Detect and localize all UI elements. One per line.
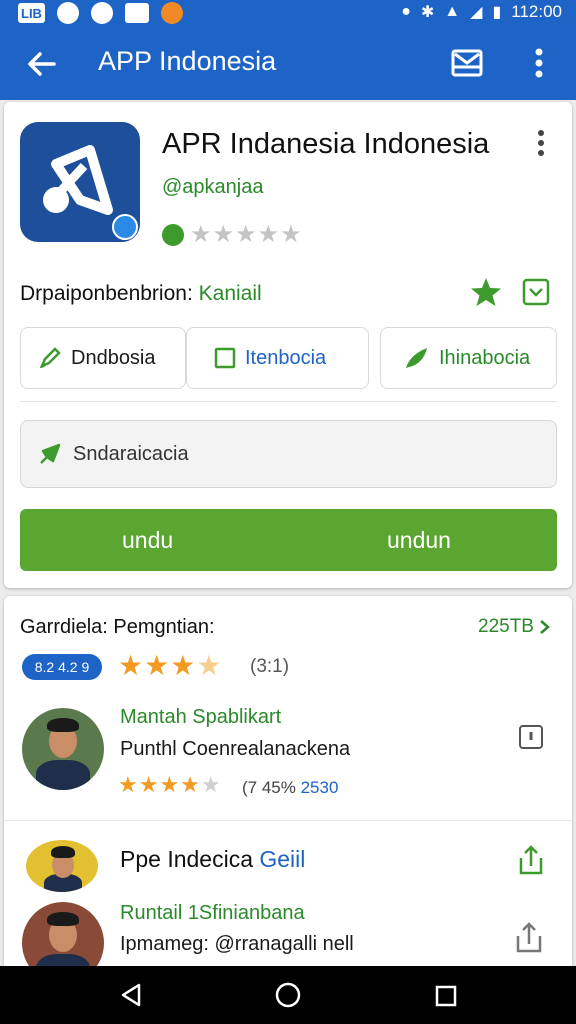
circle-home-icon	[275, 982, 301, 1008]
avatar	[22, 708, 104, 790]
overflow-menu-button[interactable]	[526, 44, 552, 82]
divider	[20, 401, 557, 402]
share-icon	[519, 845, 543, 875]
reviewer-name[interactable]: Runtail 1Sfinianbana	[120, 902, 305, 925]
review-options-button[interactable]	[518, 724, 544, 750]
share-icon	[516, 922, 542, 953]
arrow-left-icon	[28, 52, 56, 76]
signal-icon: ◢	[470, 4, 483, 21]
lock-icon: ●	[401, 3, 411, 20]
rating-pill: 8.2 4.2 9	[22, 654, 102, 680]
action-chip-2[interactable]: Itenbocia	[186, 327, 369, 389]
checkbox-icon	[522, 278, 550, 306]
developer-line: Drpaiponbenbrion: Kaniail	[20, 282, 262, 306]
download-button[interactable]: undu undun	[20, 509, 557, 571]
app-details-card: APR Indanesia Indonesia @apkanjaa ★★★★★ …	[4, 102, 572, 588]
review-meta-prefix: (7 45%	[242, 778, 301, 797]
wishlist-button[interactable]	[522, 278, 550, 306]
reviews-count: 225TB	[478, 616, 534, 637]
reviews-card: Garrdiela: Pemgntian: 225TB 8.2 4.2 9 ★★…	[4, 596, 572, 984]
app-rating-row: ★★★★★	[162, 220, 303, 249]
square-icon	[214, 347, 236, 369]
battery-icon: ▮	[492, 4, 502, 21]
text-field-value: Sndaraicacia	[73, 442, 189, 465]
review-share-button[interactable]	[512, 920, 546, 954]
share-pin-icon	[40, 443, 61, 464]
app-bar: APP Indonesia	[0, 26, 576, 100]
share-button[interactable]	[516, 844, 546, 876]
orange-app-icon	[160, 2, 183, 24]
review-text: Punthl Coenrealanackena	[120, 738, 351, 760]
developer-label: Drpaiponbenbrion:	[20, 282, 193, 305]
text-field[interactable]: Sndaraicacia	[20, 420, 557, 488]
nav-home-button[interactable]	[274, 981, 302, 1009]
clock: 112:00	[511, 2, 562, 21]
notification-icon: LIB	[18, 3, 45, 23]
divider	[4, 820, 572, 821]
chevron-right-icon	[540, 620, 550, 634]
review-meta-value: 2530	[300, 778, 339, 797]
action-chip-1-label: Dndbosia	[71, 346, 156, 369]
developer-name[interactable]: Kaniail	[199, 282, 262, 305]
action-chip-3[interactable]: Ihinabocia	[380, 327, 557, 389]
pencil-icon	[39, 347, 61, 369]
review-text: Ipmameg: @rranagalli nell	[120, 933, 354, 955]
app-notification-icon	[56, 2, 79, 24]
download-button-label-right: undun	[387, 527, 451, 553]
star-icon	[471, 278, 501, 306]
reviewer-name[interactable]: Mantah Spablikart	[120, 706, 281, 729]
action-chip-1[interactable]: Dndbosia	[20, 327, 186, 389]
review-stars-icon: ★★★★★	[118, 772, 222, 797]
wifi-icon: ▲	[444, 3, 461, 20]
action-chip-3-label: Ihinabocia	[439, 346, 531, 369]
more-vertical-icon	[535, 48, 543, 78]
nav-recents-button[interactable]	[434, 984, 458, 1008]
more-vertical-icon	[538, 130, 544, 156]
avatar	[26, 840, 98, 892]
system-nav-bar	[0, 966, 576, 1024]
more-box-icon	[519, 725, 543, 749]
messenger-icon	[90, 2, 113, 24]
inbox-icon	[451, 49, 483, 77]
leaf-pencil-icon	[406, 348, 427, 368]
status-bar: LIB ● ✱ ▲ ◢ ▮ 112:00	[0, 0, 576, 26]
average-stars-icon: ★★★★	[118, 650, 223, 681]
app-icon	[20, 122, 140, 242]
app-menu-button[interactable]	[530, 128, 552, 158]
favorite-button[interactable]	[470, 276, 502, 308]
star-rating-icon: ★★★★★	[190, 221, 303, 248]
inbox-button[interactable]	[450, 46, 484, 80]
verified-icon	[112, 214, 138, 240]
review-title: Ppe Indecica Geiil	[120, 846, 305, 873]
app-handle: @apkanjaa	[162, 176, 264, 198]
reviews-count-link[interactable]: 225TB	[478, 616, 552, 638]
square-recents-icon	[435, 985, 457, 1007]
average-rating: (3:1)	[250, 656, 290, 677]
reviews-heading: Garrdiela: Pemgntian:	[20, 616, 215, 638]
triangle-back-icon	[121, 983, 141, 1007]
page-title: APP Indonesia	[98, 46, 277, 76]
check-badge-icon	[162, 223, 184, 246]
review-title-text: Ppe Indecica	[120, 846, 253, 872]
back-button[interactable]	[22, 44, 62, 84]
action-chip-2-label: Itenbocia	[245, 346, 327, 369]
bluetooth-icon: ✱	[420, 4, 435, 21]
gallery-icon	[124, 3, 149, 23]
review-title-suffix: Geiil	[259, 846, 306, 872]
app-name: APR Indanesia Indonesia	[162, 128, 490, 160]
nav-back-button[interactable]	[118, 982, 144, 1008]
download-button-label-left: undu	[122, 527, 174, 553]
review-meta: (7 45% 2530	[242, 778, 338, 798]
